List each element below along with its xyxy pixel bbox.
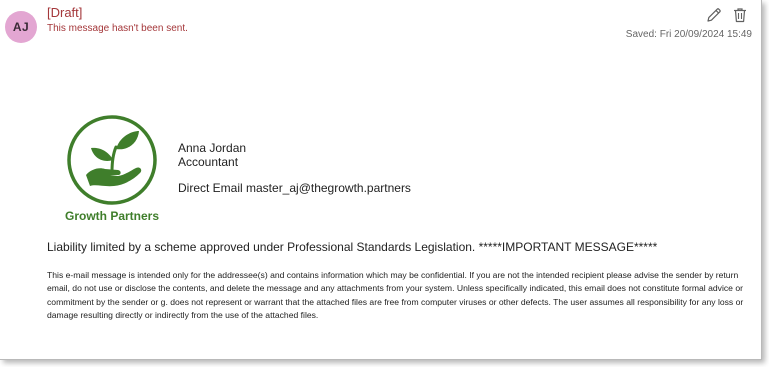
draft-label[interactable]: [Draft] — [47, 5, 82, 20]
avatar-initials: AJ — [12, 20, 30, 34]
pencil-icon[interactable] — [705, 6, 723, 24]
legal-disclaimer: This e-mail message is intended only for… — [47, 270, 744, 321]
email-preview-pane: AJ [Draft] This message hasn't been sent… — [0, 0, 762, 360]
trash-icon[interactable] — [731, 6, 749, 24]
saved-timestamp: Saved: Fri 20/09/2024 15:49 — [625, 29, 752, 40]
company-name: Growth Partners — [64, 209, 160, 223]
plant-in-hand-icon — [66, 114, 158, 206]
avatar[interactable]: AJ — [5, 11, 37, 43]
draft-status-note: This message hasn't been sent. — [47, 23, 188, 34]
signature-name: Anna Jordan — [178, 141, 247, 155]
signature-email[interactable]: Direct Email master_aj@thegrowth.partner… — [178, 181, 411, 195]
liability-statement: Liability limited by a scheme approved u… — [47, 240, 658, 254]
signature-title: Accountant — [178, 155, 239, 169]
